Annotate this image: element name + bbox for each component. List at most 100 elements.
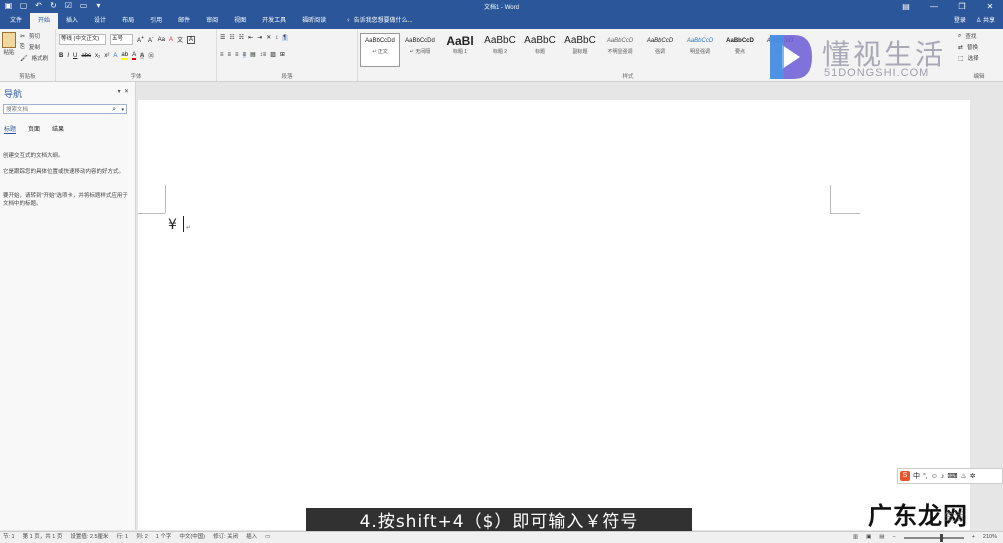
shading-icon[interactable]: ▨ bbox=[270, 51, 276, 58]
phonetic-icon[interactable]: 文 bbox=[177, 35, 183, 44]
highlight-icon[interactable]: ab bbox=[121, 52, 129, 60]
shrink-font-icon[interactable]: A- bbox=[148, 35, 154, 44]
style-heading-2[interactable]: AaBbC 标题 2 bbox=[480, 33, 520, 67]
style-strong[interactable]: AaBbCcD 要点 bbox=[720, 33, 760, 67]
ime-tools-icon[interactable]: ✲ bbox=[970, 472, 976, 480]
tab-design[interactable]: 设计 bbox=[86, 13, 114, 29]
style-normal[interactable]: AaBbCcDd ↵ 正文 bbox=[360, 33, 400, 67]
zoom-out-icon[interactable]: − bbox=[892, 533, 895, 542]
distributed-icon[interactable]: ▤ bbox=[250, 51, 256, 58]
decrease-indent-icon[interactable]: ⇤ bbox=[248, 34, 253, 41]
chinese-layout-icon[interactable]: ✕ bbox=[266, 34, 271, 41]
multilevel-list-icon[interactable]: ☵ bbox=[239, 34, 244, 41]
status-page[interactable]: 第 1 页，共 1 页 bbox=[23, 533, 63, 542]
nav-search-input[interactable]: 搜索文档 ⌕ ▾ bbox=[3, 104, 127, 114]
status-track-changes[interactable]: 修订: 关闭 bbox=[213, 533, 238, 542]
align-left-icon[interactable]: ≡ bbox=[220, 52, 224, 58]
tab-developer[interactable]: 开发工具 bbox=[254, 13, 294, 29]
tell-me-box[interactable]: ♀ 告诉我您想要做什么... bbox=[334, 13, 413, 29]
bullets-icon[interactable]: ☰ bbox=[220, 34, 225, 41]
show-marks-icon[interactable]: ¶ bbox=[282, 34, 288, 41]
sort-icon[interactable]: ↕ bbox=[275, 35, 278, 41]
search-icon[interactable]: ⌕ bbox=[112, 105, 116, 115]
sogou-logo-icon[interactable]: S bbox=[900, 471, 910, 481]
nav-tab-pages[interactable]: 页面 bbox=[28, 124, 40, 134]
status-position[interactable]: 设置值: 2.5厘米 bbox=[70, 533, 108, 542]
style-title[interactable]: AaBbC 标题 bbox=[520, 33, 560, 67]
cut-button[interactable]: ✂ 剪切 bbox=[20, 32, 40, 41]
style-heading-1[interactable]: AaBl 标题 1 bbox=[440, 33, 480, 67]
char-border-icon[interactable]: A bbox=[187, 35, 196, 44]
grow-font-icon[interactable]: A+ bbox=[137, 35, 144, 44]
change-case-icon[interactable]: Aa bbox=[158, 37, 165, 43]
copy-button[interactable]: ⎘ 复制 bbox=[20, 43, 40, 52]
pane-options-icon[interactable]: ▾ bbox=[118, 89, 121, 95]
font-size-select[interactable]: 五号 bbox=[110, 34, 133, 45]
sign-in-link[interactable]: 登录 bbox=[954, 13, 966, 29]
ribbon-display-icon[interactable]: ▤ bbox=[899, 0, 913, 13]
status-insert-mode[interactable]: 插入 bbox=[246, 533, 257, 542]
font-family-select[interactable]: 等线 (中文正文) bbox=[59, 34, 106, 45]
tab-view[interactable]: 视图 bbox=[226, 13, 254, 29]
text-effects-icon[interactable]: A bbox=[113, 53, 117, 59]
tab-home[interactable]: 开始 bbox=[30, 13, 59, 29]
print-layout-icon[interactable]: ▣ bbox=[866, 533, 871, 542]
underline-icon[interactable]: U bbox=[73, 53, 77, 59]
align-right-icon[interactable]: ≡ bbox=[235, 52, 239, 58]
borders-icon[interactable]: ⊞ bbox=[280, 51, 285, 58]
style-subtitle[interactable]: AaBbC 副标题 bbox=[560, 33, 600, 67]
document-text[interactable]: ¥ bbox=[168, 217, 177, 233]
restore-icon[interactable]: ❐ bbox=[955, 0, 969, 13]
subscript-icon[interactable]: x₂ bbox=[95, 53, 100, 59]
style-subtle-emphasis[interactable]: AaBbCcD 不明显强调 bbox=[600, 33, 640, 67]
line-spacing-icon[interactable]: ↕≡ bbox=[260, 52, 267, 58]
ime-punct-icon[interactable]: °, bbox=[923, 473, 928, 480]
close-icon[interactable]: ✕ bbox=[983, 0, 997, 13]
ime-mode-cn[interactable]: 中 bbox=[913, 471, 920, 481]
style-emphasis[interactable]: AaBbCcD 强调 bbox=[640, 33, 680, 67]
italic-icon[interactable]: I bbox=[67, 53, 69, 59]
increase-indent-icon[interactable]: ⇥ bbox=[257, 34, 262, 41]
enclosed-char-icon[interactable]: ㊂ bbox=[148, 51, 154, 60]
tab-insert[interactable]: 插入 bbox=[58, 13, 86, 29]
zoom-level[interactable]: 210% bbox=[983, 533, 997, 542]
align-center-icon[interactable]: ≡ bbox=[228, 52, 232, 58]
numbering-icon[interactable]: ☷ bbox=[229, 34, 234, 41]
chevron-down-icon[interactable]: ▾ bbox=[121, 105, 124, 115]
status-section[interactable]: 节: 1 bbox=[3, 533, 15, 542]
zoom-slider-thumb[interactable] bbox=[939, 533, 943, 542]
share-button[interactable]: ♙ 共享 bbox=[976, 13, 995, 29]
style-intense-emphasis[interactable]: AaBbCcD 明显强调 bbox=[680, 33, 720, 67]
status-language[interactable]: 中文(中国) bbox=[179, 533, 205, 542]
status-column[interactable]: 列: 2 bbox=[136, 533, 148, 542]
zoom-in-icon[interactable]: + bbox=[972, 533, 975, 542]
pane-close-icon[interactable]: ✕ bbox=[124, 89, 129, 95]
strikethrough-icon[interactable]: abc bbox=[81, 53, 91, 59]
char-shading-icon[interactable]: A bbox=[140, 52, 145, 59]
tab-file[interactable]: 文件 bbox=[2, 13, 30, 29]
nav-tab-results[interactable]: 结果 bbox=[52, 124, 64, 134]
ime-keyboard-icon[interactable]: ⌨ bbox=[947, 472, 957, 480]
style-no-spacing[interactable]: AaBbCcDd ↵ 无间隔 bbox=[400, 33, 440, 67]
status-word-count[interactable]: 1 个字 bbox=[156, 533, 172, 542]
justify-icon[interactable]: ≡ bbox=[242, 51, 247, 58]
superscript-icon[interactable]: x² bbox=[104, 53, 109, 59]
web-layout-icon[interactable]: ▤ bbox=[879, 533, 884, 542]
zoom-slider[interactable] bbox=[903, 533, 964, 542]
ime-skin-icon[interactable]: ♨ bbox=[961, 472, 967, 480]
paste-button[interactable]: 粘贴 bbox=[2, 32, 16, 58]
nav-tab-headings[interactable]: 标题 bbox=[4, 124, 17, 134]
format-painter-button[interactable]: 🖌 格式刷 bbox=[20, 54, 48, 63]
font-color-icon[interactable]: A bbox=[132, 52, 137, 60]
status-line[interactable]: 行: 1 bbox=[117, 533, 129, 542]
read-mode-icon[interactable]: ▥ bbox=[853, 533, 858, 542]
tab-layout[interactable]: 布局 bbox=[114, 13, 142, 29]
macro-record-icon[interactable]: ▭ bbox=[265, 533, 270, 542]
bold-icon[interactable]: B bbox=[59, 53, 63, 59]
clear-format-icon[interactable]: A bbox=[169, 37, 173, 43]
ime-emoji-icon[interactable]: ☺ bbox=[931, 473, 938, 480]
tab-review[interactable]: 审阅 bbox=[198, 13, 226, 29]
minimize-icon[interactable]: — bbox=[927, 0, 941, 13]
ime-mic-icon[interactable]: ♪ bbox=[941, 473, 945, 480]
tab-mailings[interactable]: 邮件 bbox=[170, 13, 198, 29]
